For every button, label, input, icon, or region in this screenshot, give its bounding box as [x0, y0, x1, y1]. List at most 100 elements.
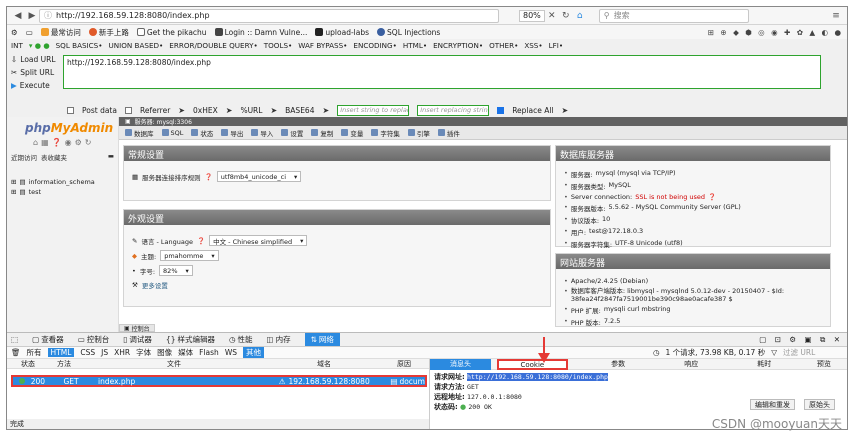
- bookmark-5[interactable]: SQL Injections: [377, 28, 440, 37]
- menu-import[interactable]: 导入: [251, 128, 273, 138]
- bookmark-icon[interactable]: ▦: [41, 138, 49, 147]
- filter-xhr[interactable]: XHR: [114, 348, 130, 357]
- tab-timings[interactable]: 耗时: [734, 359, 795, 369]
- url-filter-input[interactable]: 过滤 URL: [783, 347, 843, 358]
- menu-plugins[interactable]: 插件: [437, 128, 460, 138]
- split-url-button[interactable]: ✂ Split URL: [11, 68, 63, 77]
- base64-button[interactable]: BASE64: [285, 106, 314, 115]
- tab-preview[interactable]: 预览: [801, 359, 847, 369]
- recent-tab[interactable]: 近期访问: [11, 152, 37, 162]
- hackbar-menu-xss[interactable]: XSS•: [524, 41, 542, 50]
- tab-headers[interactable]: 消息头: [430, 358, 492, 370]
- docs-icon[interactable]: ❓: [52, 138, 62, 147]
- column-status[interactable]: 状态: [7, 359, 57, 369]
- filter-html[interactable]: HTML: [47, 348, 75, 357]
- filter-js[interactable]: JS: [101, 348, 108, 357]
- home-icon[interactable]: ⌂: [33, 138, 38, 147]
- edit-resend-button[interactable]: 编辑和重发: [750, 399, 795, 410]
- hackbar-menu-union[interactable]: UNION BASED•: [108, 41, 163, 50]
- menu-charset[interactable]: 字符集: [371, 128, 400, 138]
- raw-headers-button[interactable]: 原始头: [804, 399, 835, 410]
- menu-sql[interactable]: SQL: [161, 129, 183, 137]
- tree-item[interactable]: ⊞ ▤ test: [11, 188, 114, 196]
- filter-all[interactable]: 所有: [27, 347, 42, 358]
- bookmark-2[interactable]: Get the pikachu: [136, 28, 207, 37]
- font-size-select[interactable]: 82% ▾: [159, 265, 193, 276]
- tab-cookie[interactable]: Cookie: [497, 358, 568, 370]
- docs-icon[interactable]: ◉: [65, 138, 72, 147]
- devtools-toolbar-icons[interactable]: ▢ ⊡ ⚙ ▣ ⧉ ✕: [759, 335, 843, 345]
- help-icon[interactable]: ❓: [205, 173, 213, 181]
- forward-icon[interactable]: ▶: [25, 9, 39, 23]
- tab-response[interactable]: 响应: [661, 359, 722, 369]
- hackbar-menu-sql[interactable]: SQL BASICS•: [56, 41, 103, 50]
- tree-item[interactable]: ⊞ ▤ information_schema: [11, 178, 114, 186]
- reload-icon[interactable]: ↻: [85, 138, 92, 147]
- replace-find-input[interactable]: Insert string to replace: [337, 104, 410, 116]
- zoom-level[interactable]: 80%: [519, 9, 545, 22]
- bookmark-1[interactable]: 新手上路: [88, 27, 129, 38]
- bookmark-4[interactable]: upload-labs: [315, 28, 369, 37]
- pma-logo[interactable]: phpMyAdmin: [11, 121, 114, 135]
- filter-fonts[interactable]: 字体: [136, 347, 151, 358]
- menu-databases[interactable]: 数据库: [125, 128, 154, 138]
- tab-inspector[interactable]: ▢ 查看器: [32, 334, 64, 345]
- hackbar-menu-lfi[interactable]: LFI•: [549, 41, 564, 50]
- referrer-checkbox[interactable]: [124, 106, 132, 114]
- column-file[interactable]: 文件: [167, 359, 317, 369]
- language-select[interactable]: 中文 - Chinese simplified ▾: [209, 235, 308, 246]
- hackbar-menu-waf[interactable]: WAF BYPASS•: [298, 41, 347, 50]
- filter-media[interactable]: 媒体: [178, 347, 193, 358]
- url-encode-button[interactable]: %URL: [240, 106, 262, 115]
- tab-memory[interactable]: ◫ 内存: [267, 334, 291, 345]
- back-icon[interactable]: ◀: [11, 9, 25, 23]
- execute-button[interactable]: ▶ Execute: [11, 81, 63, 90]
- hackbar-menu-error[interactable]: ERROR/DOUBLE QUERY•: [169, 41, 257, 50]
- replace-all-checkbox[interactable]: [497, 106, 505, 114]
- help-icon[interactable]: ❓: [708, 193, 716, 201]
- hackbar-menu-encoding[interactable]: ENCODING•: [353, 41, 396, 50]
- tab-console[interactable]: ▭ 控制台: [78, 334, 110, 345]
- menu-replication[interactable]: 复制: [311, 128, 333, 138]
- replace-with-input[interactable]: Insert replacing string: [417, 104, 490, 116]
- bookmark-0[interactable]: 最常访问: [40, 27, 81, 38]
- column-method[interactable]: 方法: [57, 359, 167, 369]
- tab-params[interactable]: 参数: [588, 359, 649, 369]
- favorites-tab[interactable]: 表收藏夹: [41, 152, 67, 162]
- arrow-icon[interactable]: ➤: [178, 106, 185, 115]
- filter-ws[interactable]: WS: [225, 348, 237, 357]
- trash-icon[interactable]: 🗑: [11, 348, 21, 357]
- close-icon[interactable]: ✕: [545, 9, 559, 23]
- arrow-icon[interactable]: ➤: [270, 106, 277, 115]
- address-field[interactable]: ⓘ http://192.168.59.128:8080/index.php: [39, 8, 499, 23]
- menu-settings[interactable]: 设置: [281, 128, 303, 138]
- filter-flash[interactable]: Flash: [199, 348, 219, 357]
- console-toggle[interactable]: ▣ 控制台: [119, 324, 155, 333]
- reload-icon[interactable]: ↻: [559, 9, 573, 23]
- arrow-icon[interactable]: ➤: [322, 106, 329, 115]
- hex-button[interactable]: 0xHEX: [193, 106, 218, 115]
- menu-export[interactable]: 导出: [221, 128, 243, 138]
- bookmark-3[interactable]: Login :: Damn Vulne...: [214, 28, 307, 37]
- tab-network[interactable]: ⇅ 网络: [304, 333, 340, 346]
- hackbar-menu-html[interactable]: HTML•: [403, 41, 427, 50]
- menu-engines[interactable]: 引擎: [407, 128, 430, 138]
- collation-select[interactable]: utf8mb4_unicode_ci ▾: [216, 171, 302, 182]
- collapse-icon[interactable]: ▬: [108, 152, 114, 162]
- arrow-icon[interactable]: ➤: [226, 106, 233, 115]
- filter-images[interactable]: 图像: [157, 347, 172, 358]
- hackbar-menu-int[interactable]: INT: [11, 41, 23, 50]
- hackbar-menu-encryption[interactable]: ENCRYPTION•: [433, 41, 483, 50]
- hackbar-url-input[interactable]: http://192.168.59.128:8080/index.php: [63, 55, 821, 89]
- menu-variables[interactable]: 变量: [341, 128, 363, 138]
- extension-icons[interactable]: ⊞ ⊕ ◆ ⬢ ◎ ◉ ✚ ✿ ▲ ◐ ●: [708, 28, 843, 37]
- reader-icon[interactable]: ▭: [26, 28, 33, 37]
- column-domain[interactable]: 域名: [317, 359, 397, 369]
- devtools-pick-icon[interactable]: ⬚: [11, 335, 18, 344]
- hackbar-menu-tools[interactable]: TOOLS•: [264, 41, 293, 50]
- replace-all-label[interactable]: Replace All: [512, 106, 553, 115]
- menu-icon[interactable]: ≡: [829, 9, 843, 23]
- tab-debugger[interactable]: ▯ 调试器: [123, 334, 152, 345]
- gear-icon[interactable]: ⚙: [11, 28, 18, 37]
- arrow-icon[interactable]: ➤: [562, 106, 569, 115]
